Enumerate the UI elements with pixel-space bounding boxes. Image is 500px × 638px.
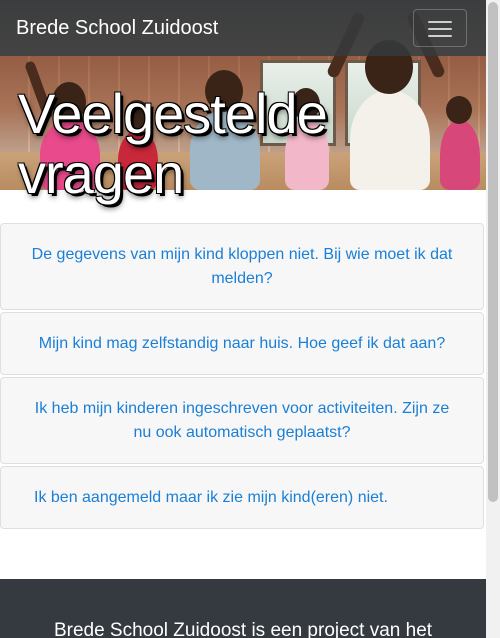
faq-question-link[interactable]: Ik heb mijn kinderen ingeschreven voor a… xyxy=(31,397,453,445)
hamburger-menu-icon xyxy=(428,28,452,30)
faq-question-link[interactable]: De gegevens van mijn kind kloppen niet. … xyxy=(31,243,453,291)
menu-toggle-button[interactable] xyxy=(413,9,467,47)
footer-text: Brede School Zuidoost is een project van… xyxy=(53,620,433,638)
faq-question-link[interactable]: Ik ben aangemeld maar ik zie mijn kind(e… xyxy=(34,486,388,510)
footer: Brede School Zuidoost is een project van… xyxy=(0,579,486,638)
navbar: Brede School Zuidoost xyxy=(0,0,486,56)
scrollbar-thumb[interactable] xyxy=(488,2,498,502)
page: Brede School Zuidoost Veelgestelde vrage… xyxy=(0,0,486,638)
vertical-scrollbar[interactable] xyxy=(486,0,500,638)
faq-item[interactable]: Ik heb mijn kinderen ingeschreven voor a… xyxy=(0,377,484,464)
faq-question-link[interactable]: Mijn kind mag zelfstandig naar huis. Hoe… xyxy=(39,332,445,356)
hamburger-menu-icon xyxy=(428,21,452,23)
hamburger-menu-icon xyxy=(428,35,452,37)
brand-link[interactable]: Brede School Zuidoost xyxy=(16,16,218,40)
browser-viewport: Brede School Zuidoost Veelgestelde vrage… xyxy=(0,0,500,638)
faq-item[interactable]: Ik ben aangemeld maar ik zie mijn kind(e… xyxy=(0,466,484,529)
faq-item[interactable]: De gegevens van mijn kind kloppen niet. … xyxy=(0,223,484,310)
page-title: Veelgestelde vragen xyxy=(18,82,328,205)
faq-item[interactable]: Mijn kind mag zelfstandig naar huis. Hoe… xyxy=(0,312,484,375)
